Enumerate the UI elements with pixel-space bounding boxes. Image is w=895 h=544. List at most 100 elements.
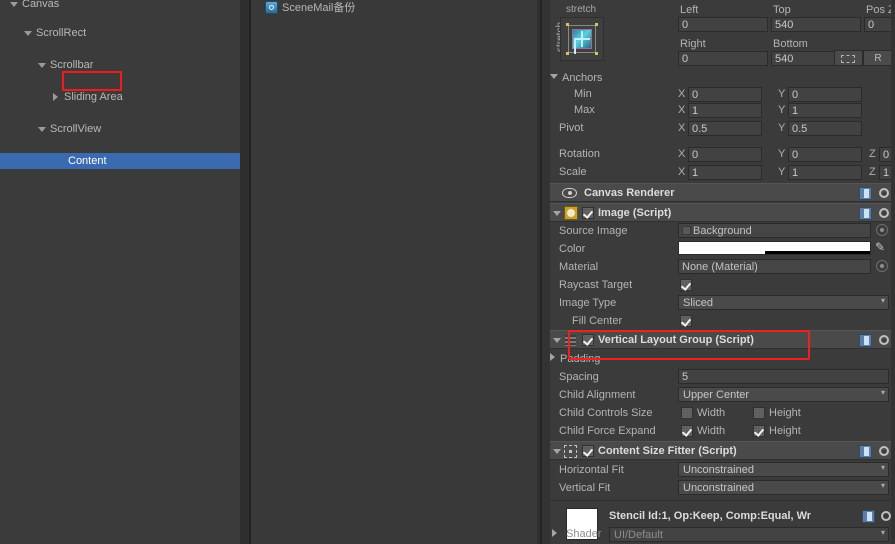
material-title: Stencil Id:1, Op:Keep, Comp:Equal, Wr [609, 510, 812, 522]
input-scale-x[interactable]: 1 [688, 165, 762, 180]
raw-mode-toggle[interactable]: R [863, 50, 893, 66]
anchor-preset-button[interactable] [560, 17, 604, 61]
component-header-canvas-renderer[interactable]: Canvas Renderer [550, 183, 895, 202]
object-picker-material[interactable] [876, 260, 888, 272]
input-top[interactable]: 540 [771, 17, 861, 32]
label-raycast-target: Raycast Target [559, 279, 633, 291]
help-icon[interactable] [859, 187, 872, 200]
input-right[interactable]: 0 [678, 51, 768, 66]
inspector-panel[interactable]: stretch stretch Left Top Pos Z 0 540 0 R… [542, 0, 895, 544]
chevron-down-icon[interactable] [38, 63, 46, 68]
hierarchy-item-scrollview[interactable]: ScrollView [0, 121, 249, 137]
chevron-right-icon[interactable] [550, 353, 555, 361]
hierarchy-panel[interactable]: Canvas ScrollRect Scrollbar Sliding Area… [0, 0, 249, 544]
chevron-right-icon[interactable] [552, 529, 557, 537]
checkbox-child-controls-width[interactable] [681, 407, 693, 419]
hierarchy-item-scrollbar[interactable]: Scrollbar [0, 57, 249, 73]
input-left[interactable]: 0 [678, 17, 768, 32]
dropdown-horizontal-fit[interactable]: Unconstrained ▾ [678, 462, 889, 477]
hierarchy-item-label: ScrollRect [36, 27, 87, 39]
label-vertical-fit: Vertical Fit [559, 482, 611, 494]
gear-icon[interactable] [878, 334, 890, 346]
axis-x-label: X [678, 104, 686, 116]
eyedropper-icon[interactable]: ✎ [875, 241, 888, 254]
csf-enabled-checkbox[interactable] [582, 445, 594, 457]
input-anchor-min-x[interactable]: 0 [688, 87, 762, 102]
chevron-right-icon[interactable] [53, 93, 58, 101]
chevron-down-icon[interactable] [24, 31, 32, 36]
dropdown-child-alignment[interactable]: Upper Center ▾ [678, 387, 889, 402]
label-child-force-expand: Child Force Expand [559, 425, 656, 437]
label-pivot: Pivot [559, 122, 584, 134]
axis-z-label: Z [869, 148, 876, 160]
label-scale: Scale [559, 166, 587, 178]
hierarchy-item-label: Scrollbar [50, 59, 94, 71]
chevron-updown-icon: ▾ [880, 296, 885, 305]
unity-editor-window: Canvas ScrollRect Scrollbar Sliding Area… [0, 0, 895, 544]
inspector-scrollbar[interactable] [891, 0, 895, 544]
component-header-content-size-fitter[interactable]: Content Size Fitter (Script) [550, 441, 895, 460]
input-spacing[interactable]: 5 [678, 369, 889, 384]
checkbox-child-force-expand-height[interactable] [753, 425, 765, 437]
annotation-box-content [62, 71, 122, 91]
help-icon[interactable] [862, 510, 875, 523]
hierarchy-item-content[interactable]: Content [0, 153, 249, 169]
anchor-preset-top-label: stretch [566, 4, 597, 15]
vlg-enabled-checkbox[interactable] [582, 334, 594, 346]
help-icon[interactable] [859, 445, 872, 458]
dropdown-image-type[interactable]: Sliced ▾ [678, 295, 889, 310]
checkbox-child-controls-height[interactable] [753, 407, 765, 419]
hierarchy-scrollbar[interactable] [240, 0, 249, 544]
input-color[interactable] [678, 241, 871, 255]
dropdown-vertical-fit[interactable]: Unconstrained ▾ [678, 480, 889, 495]
blueprint-mode-toggle[interactable] [834, 50, 863, 66]
component-title: Image (Script) [598, 207, 672, 219]
axis-y-label: Y [778, 122, 786, 134]
hierarchy-item-canvas[interactable]: Canvas [0, 0, 249, 12]
gear-icon[interactable] [878, 207, 890, 219]
input-anchor-max-x[interactable]: 1 [688, 103, 762, 118]
input-pivot-y[interactable]: 0.5 [788, 121, 862, 136]
component-header-vertical-layout-group[interactable]: Vertical Layout Group (Script) [550, 330, 895, 349]
chevron-down-icon[interactable] [550, 74, 558, 79]
hierarchy-item-label: Canvas [22, 0, 60, 10]
input-source-image[interactable]: Background [678, 223, 871, 238]
input-scale-y[interactable]: 1 [788, 165, 862, 180]
checkbox-fill-center[interactable] [680, 315, 692, 327]
chevron-down-icon[interactable] [553, 338, 561, 343]
image-type-value: Sliced [683, 297, 713, 309]
padding-foldout[interactable]: Padding [550, 350, 600, 368]
chevron-down-icon[interactable] [553, 449, 561, 454]
axis-x-label: X [678, 122, 686, 134]
input-rotation-x[interactable]: 0 [688, 147, 762, 162]
help-icon[interactable] [859, 207, 872, 220]
object-picker-source-image[interactable] [876, 224, 888, 236]
label-rotation: Rotation [559, 148, 600, 160]
input-rotation-y[interactable]: 0 [788, 147, 862, 162]
hierarchy-item-label: Content [68, 155, 107, 167]
blueprint-icon [841, 55, 855, 63]
project-panel[interactable]: SceneMail备份 [251, 0, 541, 544]
input-material[interactable]: None (Material) [678, 259, 871, 274]
chevron-down-icon[interactable] [38, 127, 46, 132]
anchor-handle-br [595, 52, 598, 55]
input-anchor-max-y[interactable]: 1 [788, 103, 862, 118]
checkbox-raycast-target[interactable] [680, 279, 692, 291]
axis-y-label: Y [778, 104, 786, 116]
input-anchor-min-y[interactable]: 0 [788, 87, 862, 102]
chevron-down-icon[interactable] [553, 211, 561, 216]
gear-icon[interactable] [878, 445, 890, 457]
input-pivot-x[interactable]: 0.5 [688, 121, 762, 136]
image-enabled-checkbox[interactable] [582, 207, 594, 219]
component-header-image[interactable]: Image (Script) [550, 203, 895, 222]
chevron-updown-icon: ▾ [880, 481, 885, 490]
chevron-down-icon[interactable] [10, 2, 18, 7]
checkbox-child-force-expand-width[interactable] [681, 425, 693, 437]
hierarchy-item-sliding-area[interactable]: Sliding Area [0, 89, 249, 105]
help-icon[interactable] [859, 334, 872, 347]
gear-icon[interactable] [878, 187, 890, 199]
hierarchy-item-label: ScrollView [50, 123, 102, 135]
hierarchy-item-scrollrect[interactable]: ScrollRect [0, 25, 249, 41]
dropdown-shader[interactable]: UI/Default ▾ [609, 527, 889, 542]
padding-label: Padding [560, 353, 601, 365]
